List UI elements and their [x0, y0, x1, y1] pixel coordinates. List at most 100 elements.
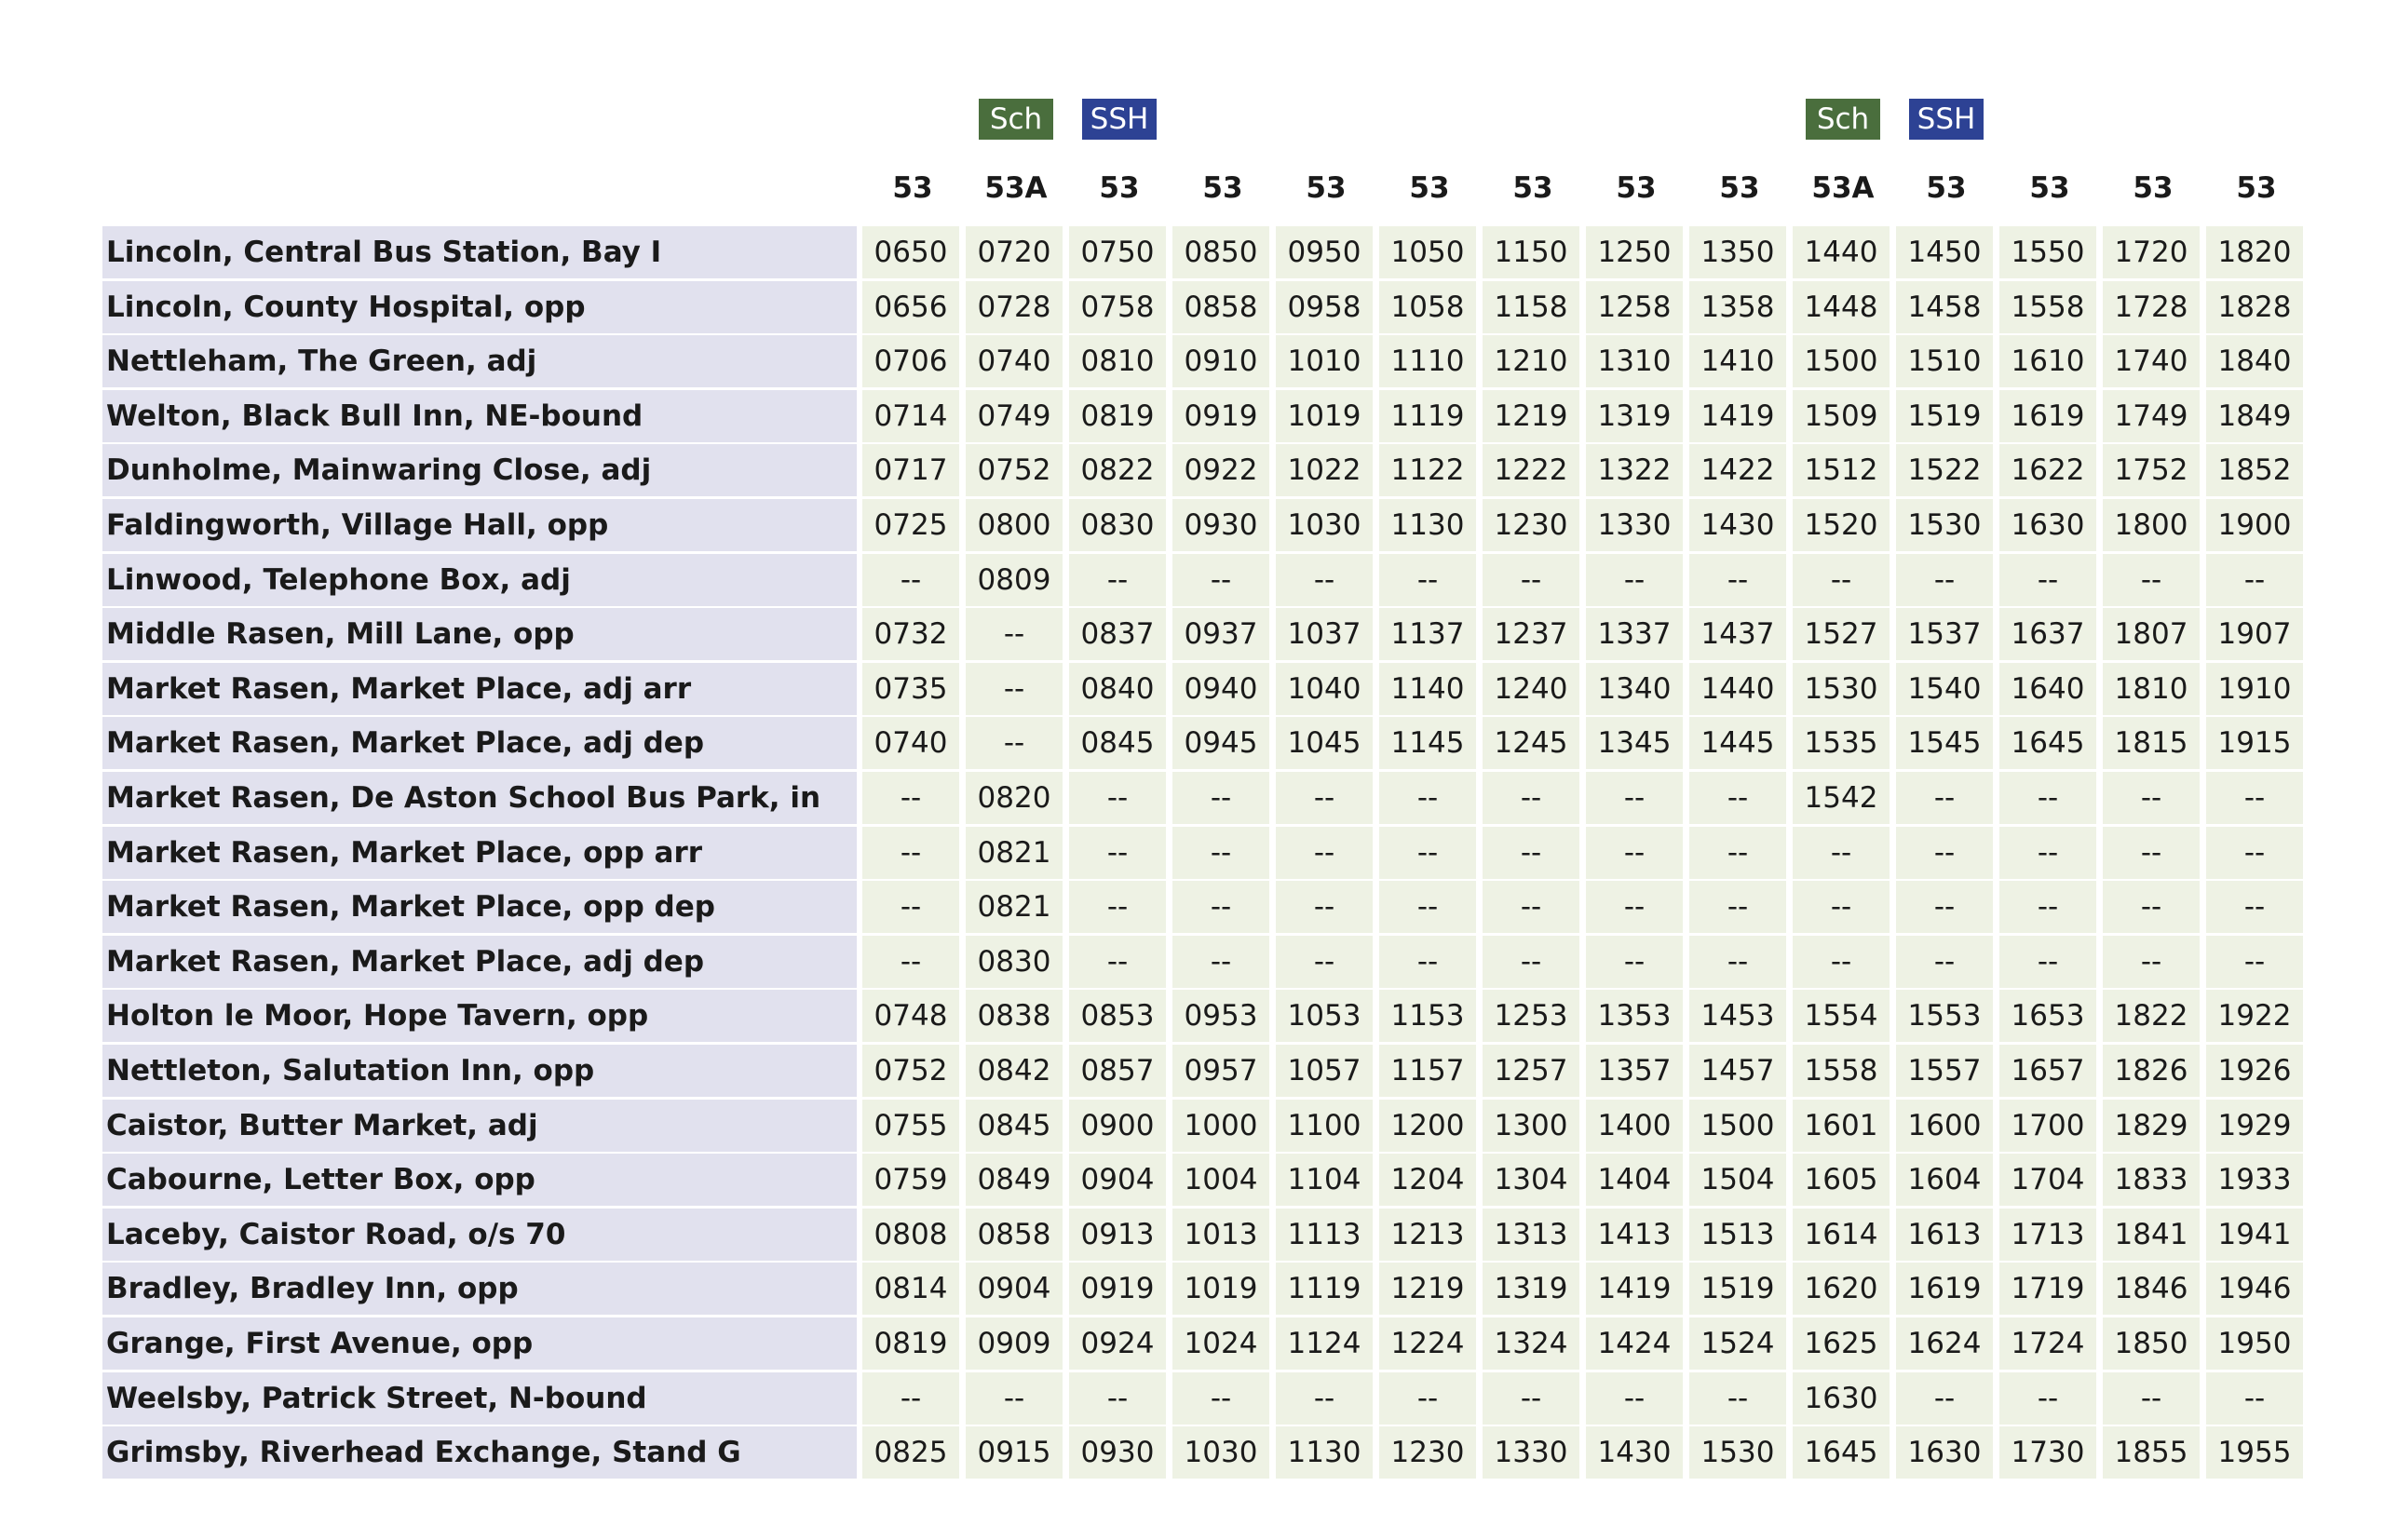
- departure-time-cell: 1630: [1896, 1426, 1993, 1479]
- table-row: Faldingworth, Village Hall, opp 0725 0800 0…: [102, 499, 2310, 551]
- departure-time-cell: 1200: [1379, 1099, 1476, 1152]
- departure-time-cell: --: [1689, 553, 1786, 606]
- stop-name: Market Rasen, Market Place, adj dep: [102, 935, 857, 988]
- departure-time-cell: 1024: [1172, 1317, 1269, 1370]
- table-row: Nettleton, Salutation Inn, opp 0752 0842 08…: [102, 1045, 2310, 1097]
- departure-time-cell: --: [862, 772, 959, 824]
- stop-name: Laceby, Caistor Road, o/s 70: [102, 1208, 857, 1261]
- departure-time-cell: 0809: [966, 553, 1063, 606]
- table-row: Market Rasen, De Aston School Bus Park, …: [102, 772, 2310, 824]
- departure-time-cell: 0957: [1172, 1045, 1269, 1097]
- departure-time-cell: --: [1586, 772, 1683, 824]
- departure-time-cell: 1554: [1793, 990, 1890, 1043]
- stop-name: Dunholme, Mainwaring Close, adj: [102, 444, 857, 497]
- departure-time-cell: 1841: [2103, 1208, 2200, 1261]
- departure-time-cell: --: [2206, 881, 2303, 934]
- departure-time-cell: --: [1483, 881, 1579, 934]
- departure-time-cell: 1713: [1999, 1208, 2096, 1261]
- departure-time-cell: 1040: [1276, 662, 1373, 715]
- departure-time-cell: 0821: [966, 881, 1063, 934]
- departure-time-cell: 0752: [862, 1045, 959, 1097]
- stop-name: Caistor, Butter Market, adj: [102, 1099, 857, 1152]
- departure-time-cell: --: [1172, 935, 1269, 988]
- departure-time-cell: 1828: [2206, 280, 2303, 333]
- departure-time-cell: --: [1172, 1371, 1269, 1425]
- departure-time-cell: --: [2103, 1371, 2200, 1425]
- departure-time-cell: --: [1999, 826, 2096, 879]
- departure-time-cell: 0750: [1069, 226, 1166, 278]
- departure-time-cell: 1941: [2206, 1208, 2303, 1261]
- departure-time-cell: 1145: [1379, 717, 1476, 770]
- service-badge-ssh: SSH: [1082, 99, 1157, 140]
- departure-time-cell: 1013: [1172, 1208, 1269, 1261]
- badge-row: Sch SSH Sch SSH: [102, 93, 2310, 142]
- departure-time-cell: 1900: [2206, 499, 2303, 551]
- departure-time-cell: 0732: [862, 608, 959, 661]
- departure-time-cell: 1430: [1586, 1426, 1683, 1479]
- departure-time-cell: 1222: [1483, 444, 1579, 497]
- departure-time-cell: 0810: [1069, 335, 1166, 388]
- departure-time-cell: 1448: [1793, 280, 1890, 333]
- departure-time-cell: 0740: [862, 717, 959, 770]
- table-row: Market Rasen, Market Place, opp arr -- 082…: [102, 826, 2310, 879]
- departure-time-cell: 1530: [1689, 1426, 1786, 1479]
- departure-time-cell: 1540: [1896, 662, 1993, 715]
- stop-name: Bradley, Bradley Inn, opp: [102, 1263, 857, 1316]
- departure-time-cell: 1950: [2206, 1317, 2303, 1370]
- departure-time-cell: 1610: [1999, 335, 2096, 388]
- table-row: Bradley, Bradley Inn, opp 0814 0904 0919 101…: [102, 1263, 2310, 1316]
- departure-time-cell: 1057: [1276, 1045, 1373, 1097]
- departure-time-cell: 1550: [1999, 226, 2096, 278]
- departure-time-cell: 1850: [2103, 1317, 2200, 1370]
- departure-time-cell: 0849: [966, 1154, 1063, 1207]
- departure-time-cell: 0725: [862, 499, 959, 551]
- departure-time-cell: --: [862, 826, 959, 879]
- departure-time-cell: 1519: [1689, 1263, 1786, 1316]
- departure-time-cell: 1153: [1379, 990, 1476, 1043]
- departure-time-cell: 1104: [1276, 1154, 1373, 1207]
- departure-time-cell: 1045: [1276, 717, 1373, 770]
- departure-time-cell: 1419: [1586, 1263, 1683, 1316]
- departure-time-cell: 1500: [1793, 335, 1890, 388]
- departure-time-cell: 1509: [1793, 389, 1890, 442]
- stop-name: Weelsby, Patrick Street, N-bound: [102, 1371, 857, 1425]
- route-number: 53: [2236, 171, 2277, 205]
- departure-time-cell: 1829: [2103, 1099, 2200, 1152]
- table-row: Linwood, Telephone Box, adj -- 0809 -- -- -- -…: [102, 553, 2310, 606]
- route-number: 53: [1202, 171, 1243, 205]
- departure-time-cell: --: [862, 553, 959, 606]
- departure-time-cell: 0950: [1276, 226, 1373, 278]
- departure-time-cell: 1833: [2103, 1154, 2200, 1207]
- departure-time-cell: 0825: [862, 1426, 959, 1479]
- departure-time-cell: --: [1586, 826, 1683, 879]
- departure-time-cell: --: [1379, 772, 1476, 824]
- departure-time-cell: 1300: [1483, 1099, 1579, 1152]
- departure-time-cell: 1524: [1689, 1317, 1786, 1370]
- departure-time-cell: --: [1483, 1371, 1579, 1425]
- departure-time-cell: 1219: [1379, 1263, 1476, 1316]
- departure-time-cell: 1004: [1172, 1154, 1269, 1207]
- stop-name: Linwood, Telephone Box, adj: [102, 553, 857, 606]
- departure-time-cell: 1304: [1483, 1154, 1579, 1207]
- departure-time-cell: 1404: [1586, 1154, 1683, 1207]
- service-badge-ssh: SSH: [1909, 99, 1984, 140]
- departure-time-cell: 0735: [862, 662, 959, 715]
- departure-time-cell: 1140: [1379, 662, 1476, 715]
- departure-time-cell: 1624: [1896, 1317, 1993, 1370]
- departure-time-cell: 1657: [1999, 1045, 2096, 1097]
- departure-time-cell: 1224: [1379, 1317, 1476, 1370]
- departure-time-cell: 0953: [1172, 990, 1269, 1043]
- departure-time-cell: 1557: [1896, 1045, 1993, 1097]
- departure-time-cell: 0838: [966, 990, 1063, 1043]
- departure-time-cell: 1058: [1379, 280, 1476, 333]
- departure-time-cell: --: [862, 935, 959, 988]
- departure-time-cell: 0706: [862, 335, 959, 388]
- departure-time-cell: 0915: [966, 1426, 1063, 1479]
- departure-time-cell: 1910: [2206, 662, 2303, 715]
- departure-time-cell: --: [1483, 826, 1579, 879]
- departure-time-cell: 0650: [862, 226, 959, 278]
- departure-time-cell: 1345: [1586, 717, 1683, 770]
- departure-time-cell: 1807: [2103, 608, 2200, 661]
- departure-time-cell: --: [1586, 935, 1683, 988]
- departure-time-cell: 1520: [1793, 499, 1890, 551]
